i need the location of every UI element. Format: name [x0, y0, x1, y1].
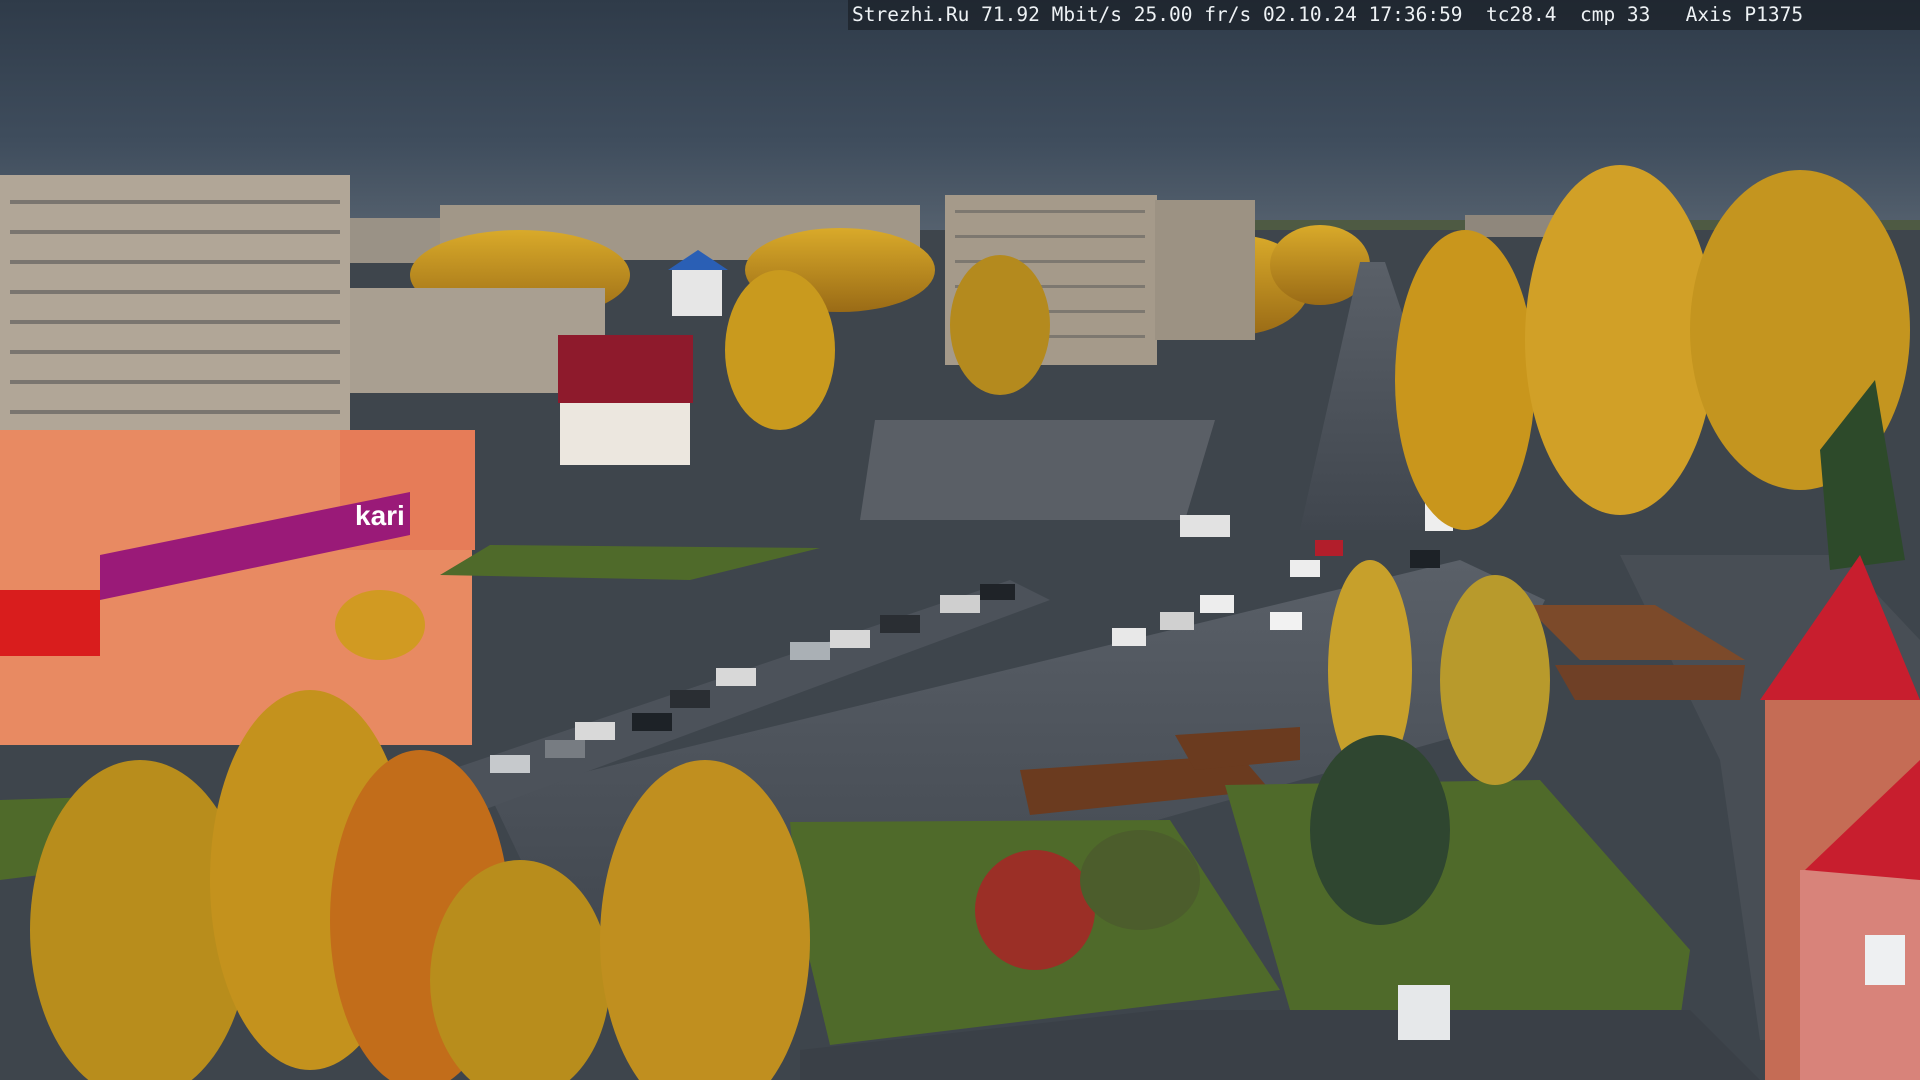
osd-bitrate: 71.92 Mbit/s: [981, 3, 1123, 26]
red-roof-building: [558, 335, 693, 465]
osd-framerate: 25.00 fr/s: [1133, 3, 1252, 26]
osd-date: 02.10.24: [1262, 3, 1357, 26]
osd-tc: tc28.4: [1486, 3, 1557, 26]
kari-store: kari: [0, 430, 475, 745]
street-scene-image: kari: [0, 0, 1920, 1080]
osd-site: Strezhi.Ru: [852, 3, 970, 26]
webcam-frame: kari Strezhi.Ru 71.92 Mbit/s 25.00 fr/s …: [0, 0, 1920, 1080]
osd-time: 17:36:59: [1368, 3, 1463, 26]
camera-info-overlay: Strezhi.Ru 71.92 Mbit/s 25.00 fr/s 02.10…: [848, 0, 1920, 30]
osd-cmp: cmp 33: [1579, 3, 1651, 26]
osd-camera: Axis P1375: [1685, 3, 1804, 26]
white-suv: [1398, 985, 1450, 1040]
kari-sign-text: kari: [355, 500, 405, 531]
central-square: [860, 420, 1215, 520]
